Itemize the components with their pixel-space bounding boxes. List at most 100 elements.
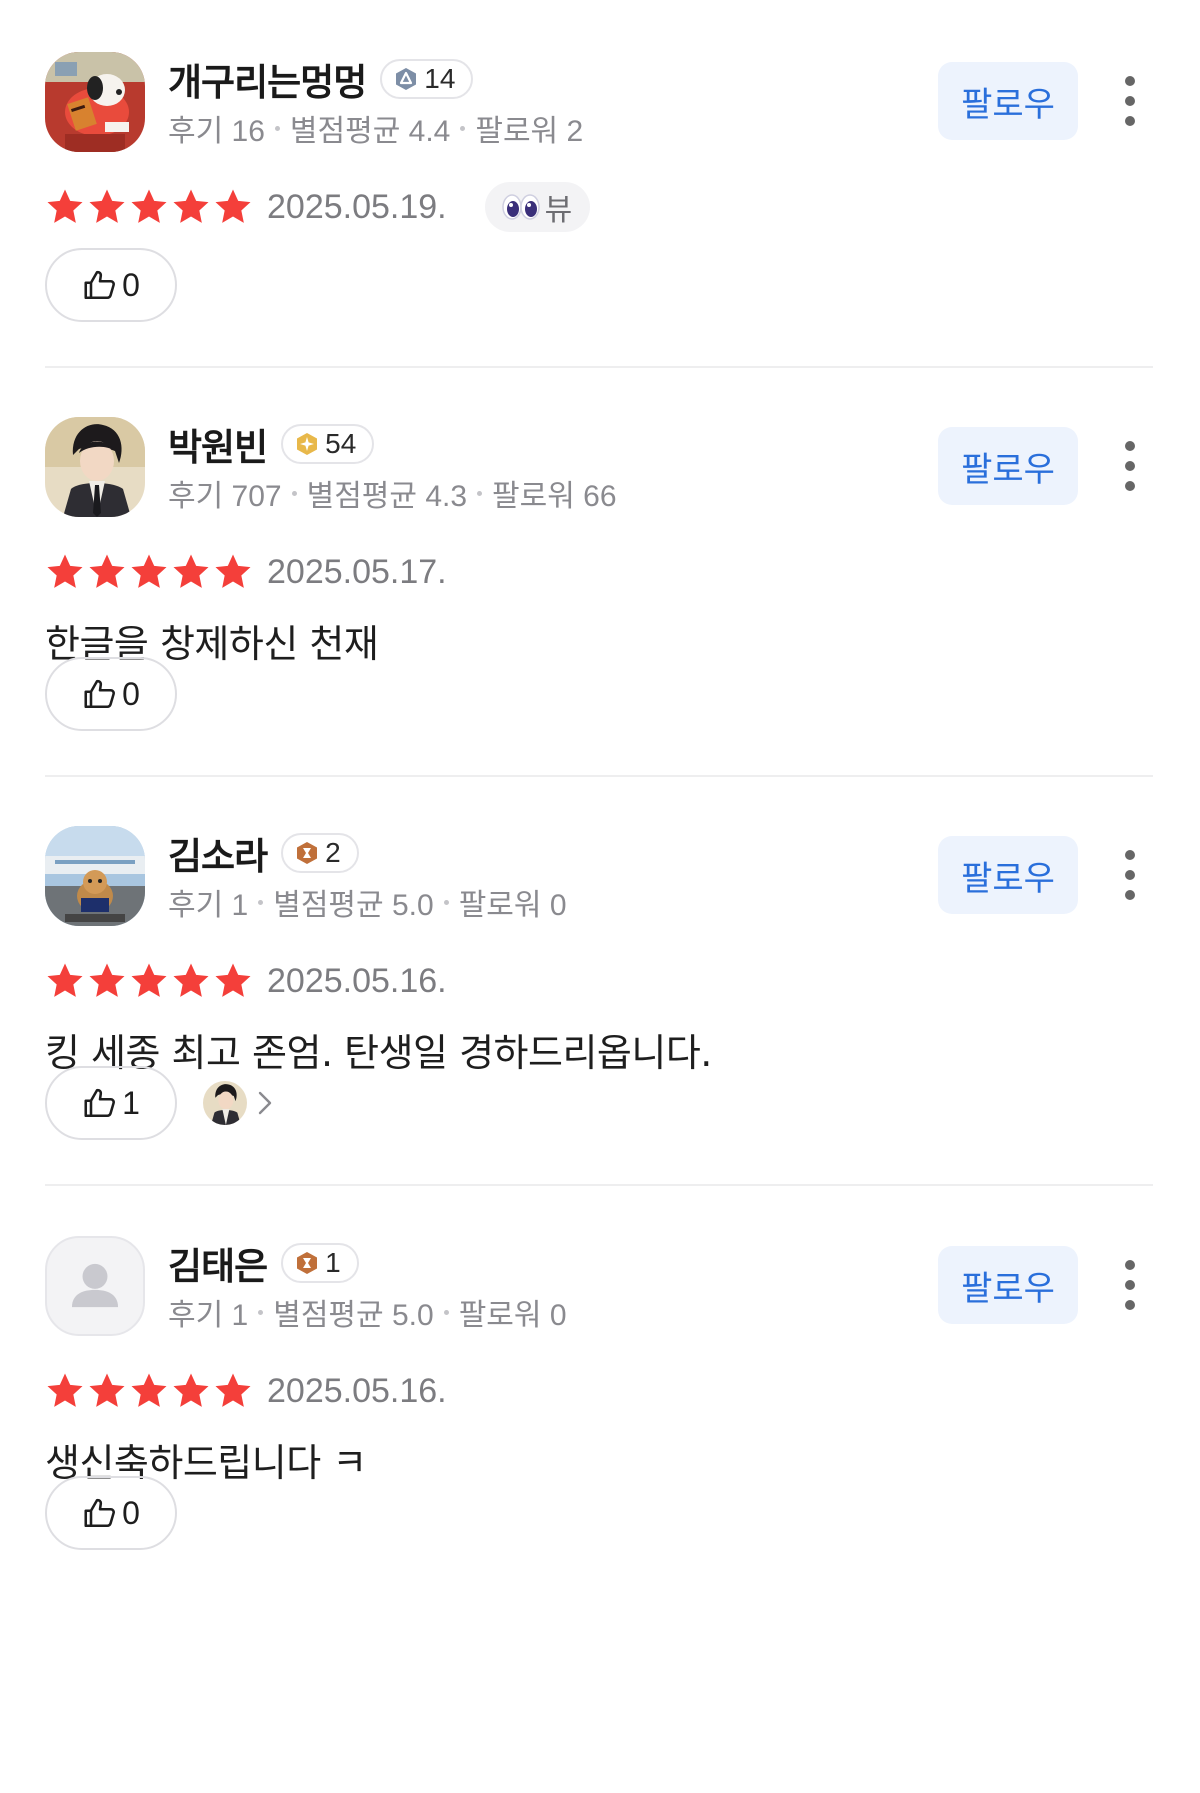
more-options-button[interactable] xyxy=(1110,435,1150,497)
more-options-button[interactable] xyxy=(1110,1254,1150,1316)
separator-dot xyxy=(258,899,264,905)
thumbs-up-icon xyxy=(84,679,116,709)
average-rating: 별점평균 4.3 xyxy=(306,480,468,513)
follower-count: 팔로워 0 xyxy=(458,889,567,922)
review-date: 2025.05.16. xyxy=(267,1371,447,1410)
more-vertical-icon xyxy=(1125,441,1135,491)
star-icon xyxy=(215,554,251,588)
like-row: 0 xyxy=(45,1476,177,1550)
liker-preview[interactable] xyxy=(203,1081,275,1125)
level-number: 2 xyxy=(325,837,341,868)
rating-row: 2025.05.16. xyxy=(45,1366,447,1416)
user-info: 김태은 1 xyxy=(168,1240,359,1288)
rating-row: 2025.05.17. xyxy=(45,547,447,597)
divider xyxy=(45,775,1153,777)
review-count: 후기 707 xyxy=(168,480,282,513)
liker-avatar xyxy=(203,1081,247,1125)
separator-dot xyxy=(460,125,466,131)
like-button[interactable]: 0 xyxy=(45,248,177,322)
level-badge: 14 xyxy=(380,59,474,99)
gold-rank-icon xyxy=(297,433,318,455)
separator-dot xyxy=(258,1309,264,1315)
star-icon xyxy=(89,554,125,588)
user-stats: 후기 1 별점평균 5.0 팔로워 0 xyxy=(168,882,567,922)
star-icon xyxy=(47,1373,83,1407)
review-date: 2025.05.16. xyxy=(267,961,447,1000)
follow-button[interactable]: 팔로우 xyxy=(938,62,1078,140)
review-count: 후기 1 xyxy=(168,889,249,922)
like-button[interactable]: 0 xyxy=(45,1476,177,1550)
bronze-rank-icon xyxy=(297,842,318,864)
follower-count: 팔로워 2 xyxy=(475,115,584,148)
like-count: 0 xyxy=(122,675,140,712)
average-rating: 별점평균 4.4 xyxy=(289,115,451,148)
star-icon xyxy=(89,1373,125,1407)
more-options-button[interactable] xyxy=(1110,70,1150,132)
star-icon xyxy=(131,1373,167,1407)
user-stats: 후기 1 별점평균 5.0 팔로워 0 xyxy=(168,1292,567,1332)
level-badge: 1 xyxy=(281,1243,359,1283)
star-icon xyxy=(131,189,167,223)
separator-dot xyxy=(477,490,483,496)
user-name[interactable]: 개구리는멍멍 xyxy=(168,52,367,106)
level-number: 14 xyxy=(424,63,456,94)
review-count: 후기 1 xyxy=(168,1299,249,1332)
like-row: 0 xyxy=(45,657,177,731)
user-avatar[interactable] xyxy=(45,826,145,926)
star-icon xyxy=(131,963,167,997)
level-number: 1 xyxy=(325,1247,341,1278)
star-icon xyxy=(215,1373,251,1407)
user-info: 개구리는멍멍 14 xyxy=(168,56,474,104)
average-rating: 별점평균 5.0 xyxy=(273,1299,434,1332)
star-icon xyxy=(47,963,83,997)
star-icon xyxy=(47,554,83,588)
user-name[interactable]: 김태은 xyxy=(168,1236,268,1290)
rating-row: 2025.05.19. 뷰 xyxy=(45,182,591,232)
like-button[interactable]: 0 xyxy=(45,657,177,731)
follow-button[interactable]: 팔로우 xyxy=(938,1246,1078,1324)
chevron-right-icon xyxy=(258,1091,272,1115)
avatar-image-snoopy xyxy=(45,52,145,152)
star-icon xyxy=(89,189,125,223)
follower-count: 팔로워 0 xyxy=(458,1299,567,1332)
star-icon xyxy=(173,189,209,223)
average-rating: 별점평균 5.0 xyxy=(273,889,434,922)
star-icon xyxy=(131,554,167,588)
default-user-icon xyxy=(71,1263,119,1308)
user-stats: 후기 707 별점평균 4.3 팔로워 66 xyxy=(168,473,617,513)
follow-button[interactable]: 팔로우 xyxy=(938,836,1078,914)
review-count: 후기 16 xyxy=(168,115,265,148)
more-vertical-icon xyxy=(1125,850,1135,900)
rating-row: 2025.05.16. xyxy=(45,956,447,1006)
like-count: 0 xyxy=(122,266,140,303)
like-count: 1 xyxy=(122,1084,140,1121)
eyes-icon xyxy=(501,194,540,220)
more-vertical-icon xyxy=(1125,76,1135,126)
level-number: 54 xyxy=(325,428,357,459)
avatar-image-dog-airport xyxy=(45,826,145,926)
user-avatar[interactable] xyxy=(45,1236,145,1336)
user-avatar[interactable] xyxy=(45,52,145,152)
star-icon xyxy=(215,963,251,997)
review-date: 2025.05.17. xyxy=(267,552,447,591)
review-date: 2025.05.19. xyxy=(267,187,447,226)
thumbs-up-icon xyxy=(84,1088,116,1118)
star-icon xyxy=(89,963,125,997)
star-rating xyxy=(45,187,255,227)
follow-button[interactable]: 팔로우 xyxy=(938,427,1078,505)
tag-label: 뷰 xyxy=(544,193,573,228)
star-rating xyxy=(45,1371,255,1411)
level-badge: 54 xyxy=(281,424,375,464)
user-name[interactable]: 김소라 xyxy=(168,826,268,880)
bronze-rank-icon xyxy=(297,1252,318,1274)
separator-dot xyxy=(291,490,297,496)
user-avatar[interactable] xyxy=(45,417,145,517)
level-badge: 2 xyxy=(281,833,359,873)
star-icon xyxy=(173,963,209,997)
like-row: 0 xyxy=(45,248,177,322)
like-button[interactable]: 1 xyxy=(45,1066,177,1140)
thumbs-up-icon xyxy=(84,270,116,300)
user-name[interactable]: 박원빈 xyxy=(168,417,268,471)
user-info: 박원빈 54 xyxy=(168,421,375,469)
more-options-button[interactable] xyxy=(1110,844,1150,906)
